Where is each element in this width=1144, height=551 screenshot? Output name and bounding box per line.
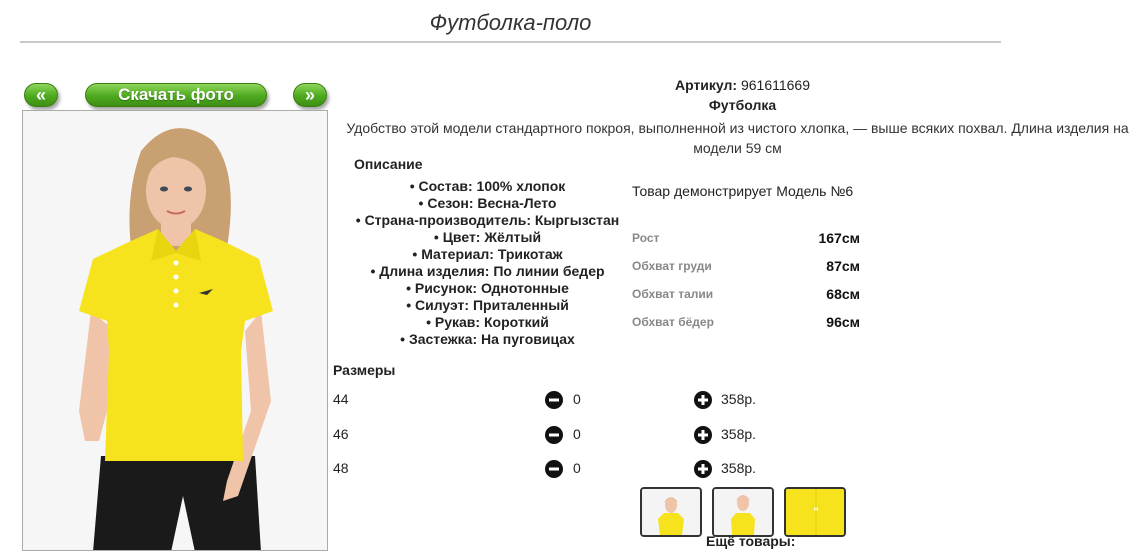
description-heading: Описание [354, 156, 423, 172]
model-caption: Товар демонстрирует Модель №6 [632, 183, 854, 199]
more-products-heading: Ещё товары: [706, 533, 796, 549]
property-item: Силуэт: Приталенный [335, 297, 640, 314]
measurement-row: Обхват бёдер 96см [632, 308, 860, 336]
property-item: Рисунок: Однотонные [335, 280, 640, 297]
size-label: 46 [333, 426, 349, 442]
property-item: Застежка: На пуговицах [335, 331, 640, 348]
thumbnail-image [642, 489, 700, 535]
next-photo-button[interactable]: » [293, 83, 327, 107]
thumbnail-image [714, 489, 772, 535]
plus-circle-icon[interactable] [694, 426, 712, 444]
download-photo-button[interactable]: Скачать фото [85, 83, 267, 107]
model-photo-illustration [23, 111, 327, 550]
sizes-heading: Размеры [333, 362, 396, 378]
minus-circle-icon[interactable] [545, 391, 563, 409]
measurement-value: 96см [826, 314, 860, 330]
quantity-value: 0 [573, 460, 581, 476]
prev-photo-button[interactable]: « [24, 83, 58, 107]
quantity-value: 0 [573, 426, 581, 442]
product-type: Футболка [708, 97, 777, 113]
thumbnail-detail[interactable] [784, 487, 846, 537]
measurement-label: Рост [632, 231, 660, 245]
thumbnail-image [786, 489, 844, 535]
size-row: 48 0 358р. [333, 460, 773, 480]
price-value: 358р. [721, 426, 757, 442]
property-item: Страна-производитель: Кыргызстан [335, 212, 640, 229]
article-line: Артикул: 961611669 [600, 77, 885, 93]
size-row: 46 0 358р. [333, 426, 773, 446]
plus-circle-icon[interactable] [694, 460, 712, 478]
size-row: 44 0 358р. [333, 391, 773, 411]
quantity-value: 0 [573, 391, 581, 407]
size-label: 44 [333, 391, 349, 407]
measurement-value: 87см [826, 258, 860, 274]
article-value: 961611669 [740, 77, 811, 93]
price-value: 358р. [721, 460, 757, 476]
measurement-row: Рост 167см [632, 224, 860, 252]
property-item: Цвет: Жёлтый [335, 229, 640, 246]
thumbnail-side[interactable] [712, 487, 774, 537]
property-item: Состав: 100% хлопок [335, 178, 640, 195]
measurement-value: 68см [826, 286, 860, 302]
product-description: Удобство этой модели стандартного покроя… [346, 120, 1129, 156]
price-value: 358р. [721, 391, 757, 407]
minus-circle-icon[interactable] [545, 460, 563, 478]
measurement-label: Обхват груди [632, 259, 712, 273]
property-item: Сезон: Весна-Лето [335, 195, 640, 212]
page-title: Футболка-поло [429, 10, 592, 35]
measurement-row: Обхват талии 68см [632, 280, 860, 308]
model-measurements: Рост 167см Обхват груди 87см Обхват тали… [632, 224, 860, 336]
measurement-value: 167см [818, 230, 860, 246]
property-item: Длина изделия: По линии бедер [335, 263, 640, 280]
size-label: 48 [333, 460, 349, 476]
property-item: Рукав: Короткий [335, 314, 640, 331]
title-divider [20, 41, 1001, 43]
thumbnail-front[interactable] [640, 487, 702, 537]
properties-list: Состав: 100% хлопок Сезон: Весна-Лето Ст… [335, 178, 640, 348]
property-item: Материал: Трикотаж [335, 246, 640, 263]
plus-circle-icon[interactable] [694, 391, 712, 409]
article-label: Артикул: [674, 77, 738, 93]
measurement-label: Обхват талии [632, 287, 714, 301]
product-main-photo[interactable] [22, 110, 328, 551]
minus-circle-icon[interactable] [545, 426, 563, 444]
measurement-label: Обхват бёдер [632, 315, 714, 329]
measurement-row: Обхват груди 87см [632, 252, 860, 280]
